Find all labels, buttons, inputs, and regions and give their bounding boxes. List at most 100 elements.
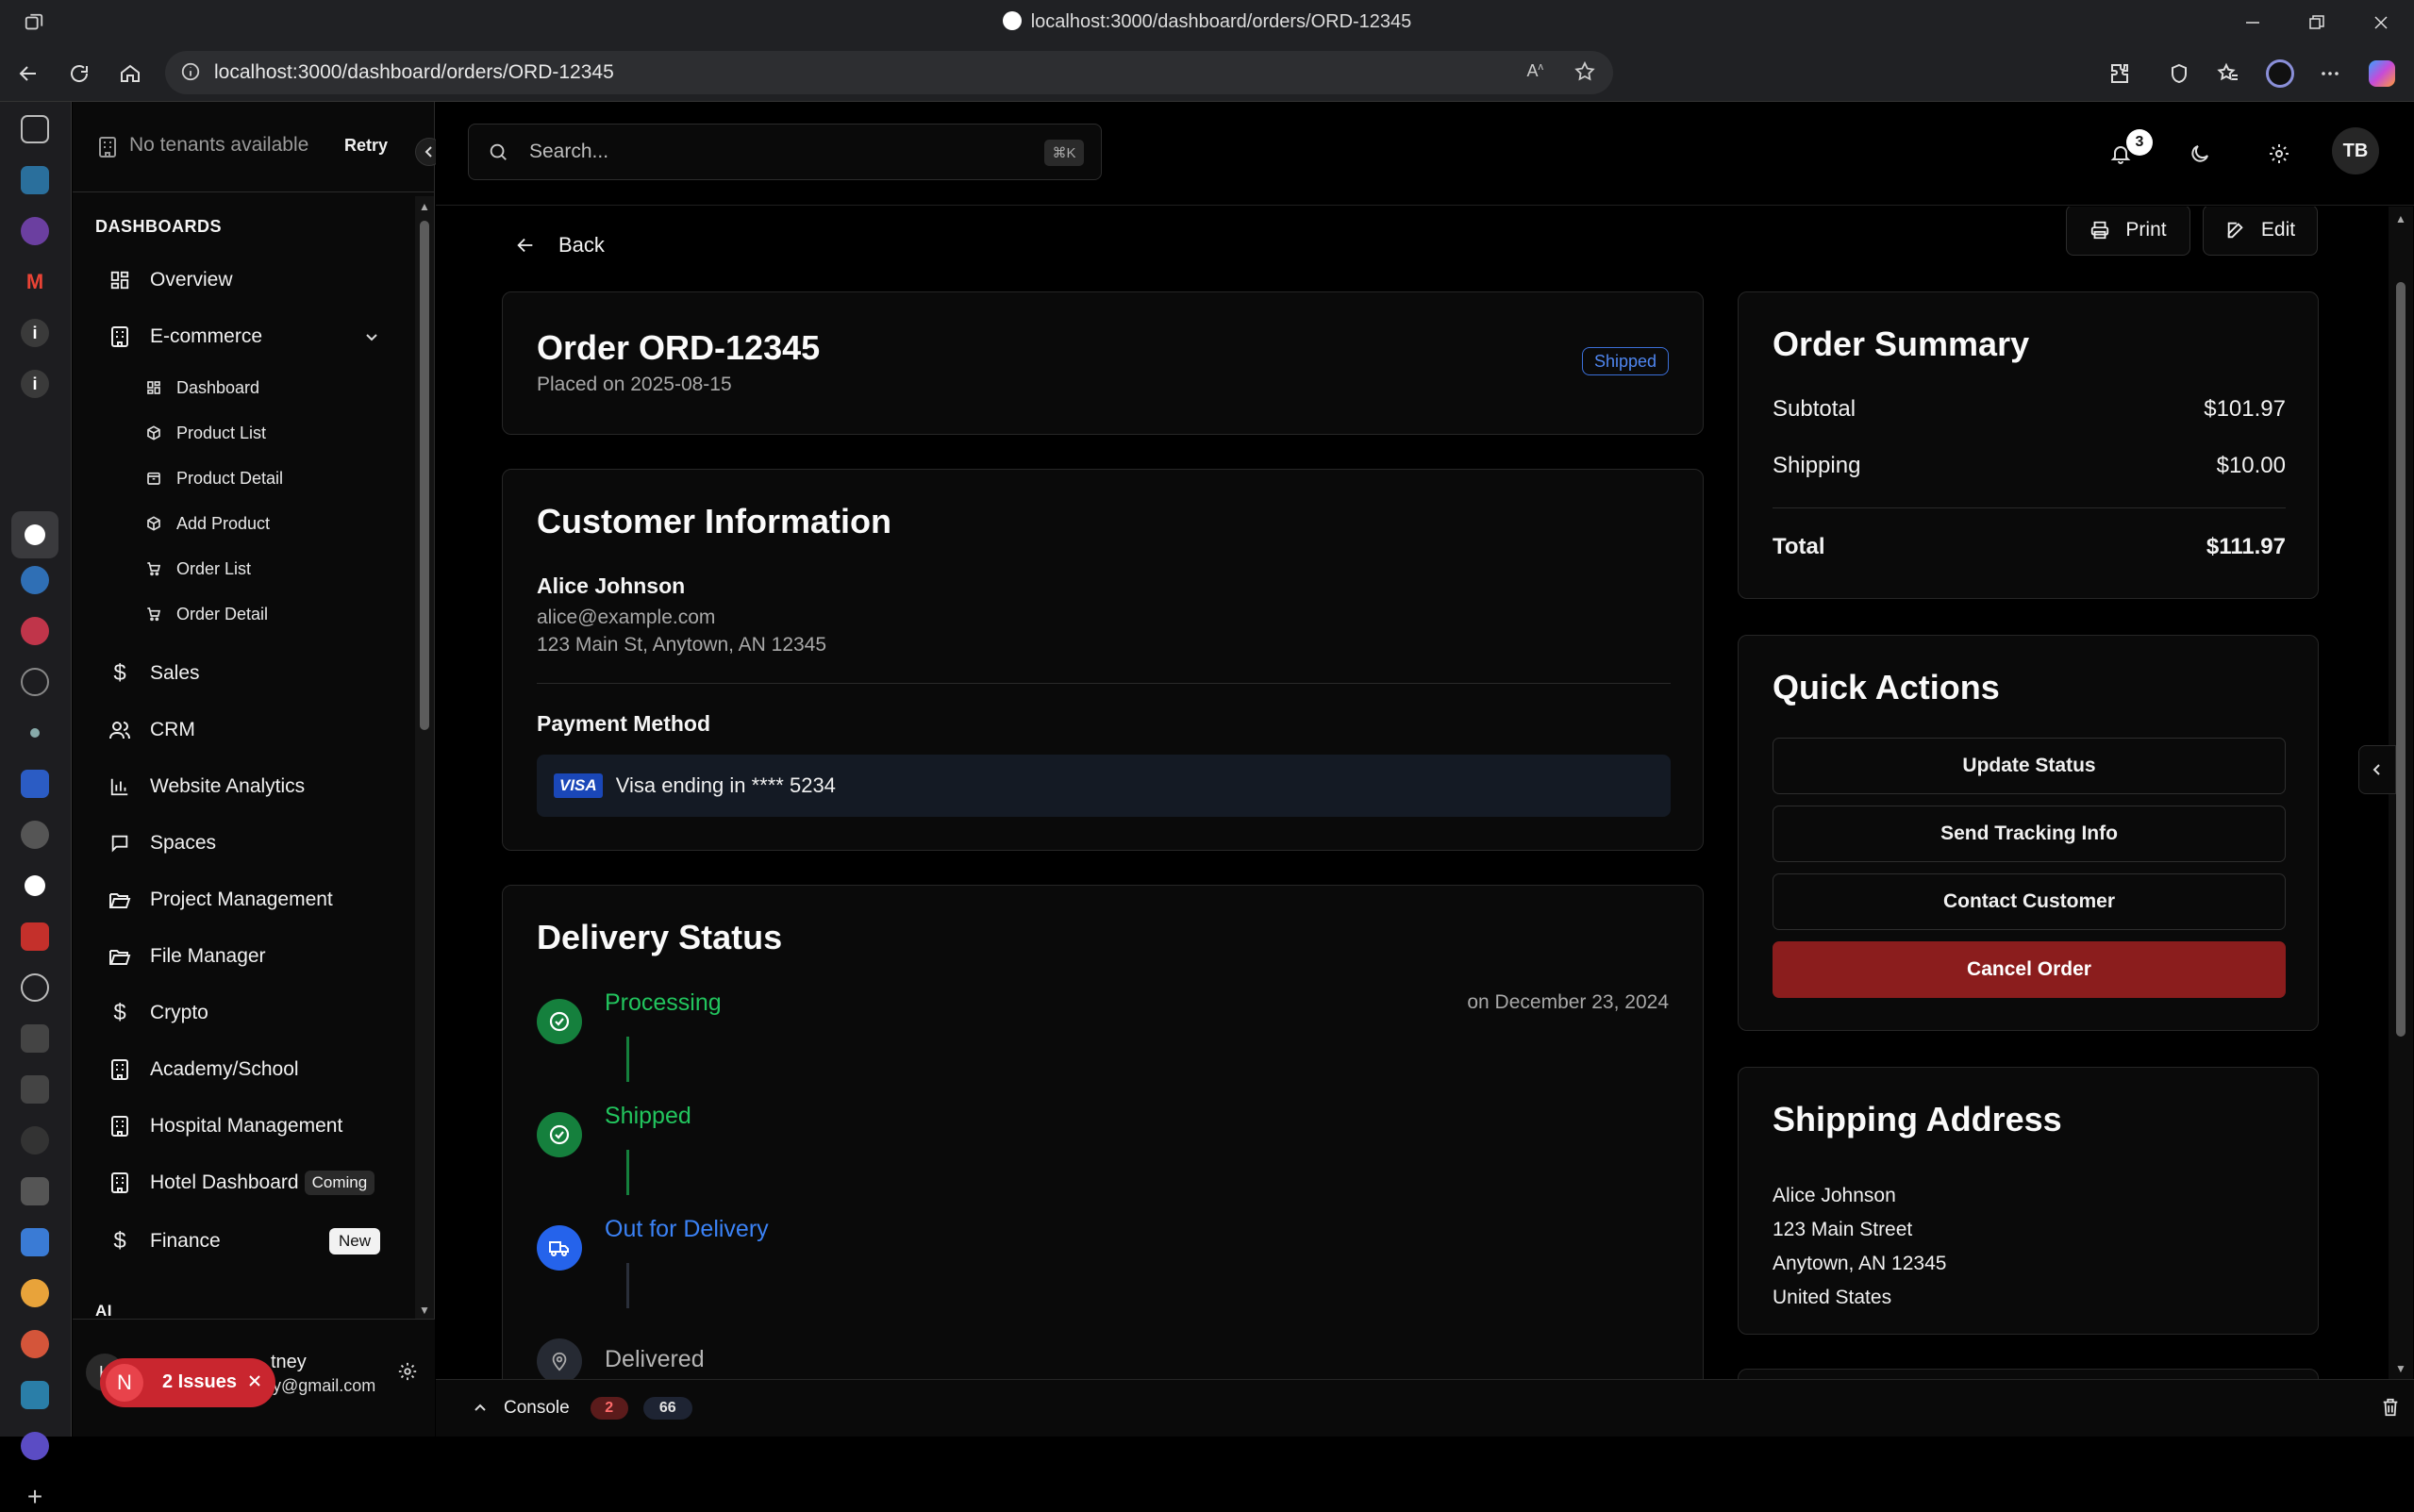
tab-favicon-icon[interactable] (21, 1330, 49, 1358)
edit-label: Edit (2260, 219, 2296, 241)
sidebar-subitem-order-list[interactable]: Order List (144, 550, 251, 588)
sidebar-item-crypto[interactable]: $ Crypto (107, 989, 208, 1037)
site-info-icon[interactable] (180, 61, 201, 82)
reload-icon[interactable] (60, 55, 98, 92)
tab-favicon-icon[interactable] (21, 566, 49, 594)
sidebar-subitem-order-detail[interactable]: Order Detail (144, 595, 268, 633)
tab-favicon-icon[interactable] (21, 166, 49, 194)
scroll-down-icon[interactable]: ▼ (419, 1304, 430, 1317)
sidebar-item-project-management[interactable]: Project Management (107, 876, 333, 923)
scroll-up-icon[interactable]: ▲ (419, 200, 430, 213)
settings-button[interactable] (2256, 131, 2302, 176)
restore-icon[interactable] (2298, 4, 2336, 42)
scroll-down-icon[interactable]: ▼ (2395, 1362, 2406, 1375)
globe-tab-icon[interactable] (21, 668, 49, 696)
console-bar: Console 2 66 (436, 1379, 2414, 1437)
close-window-icon[interactable] (2362, 4, 2400, 42)
issues-badge[interactable]: N 2 Issues (100, 1358, 275, 1407)
close-icon[interactable] (245, 1371, 264, 1390)
scroll-up-icon[interactable]: ▲ (2395, 212, 2406, 225)
tab-favicon-icon[interactable]: i (21, 370, 49, 398)
building-icon (107, 1113, 133, 1139)
trash-icon[interactable] (2380, 1397, 2401, 1418)
contact-customer-button[interactable]: Contact Customer (1773, 873, 2286, 930)
favorites-icon[interactable] (2209, 55, 2247, 92)
chevron-up-icon[interactable] (472, 1400, 489, 1417)
console-label[interactable]: Console (504, 1398, 570, 1419)
favorite-star-icon[interactable] (1573, 60, 1596, 83)
back-button[interactable]: Back (515, 220, 605, 271)
scrollbar-thumb[interactable] (2396, 282, 2406, 1037)
edit-button[interactable]: Edit (2203, 207, 2318, 256)
sidebar-subitem-add-product[interactable]: Add Product (144, 505, 270, 542)
url-text[interactable]: localhost:3000/dashboard/orders/ORD-1234… (214, 61, 614, 84)
arrow-left-icon (515, 235, 536, 256)
nextjs-icon: N (106, 1364, 143, 1402)
sidebar-subitem-product-list[interactable]: Product List (144, 414, 266, 452)
notifications-button[interactable]: 3 (2098, 129, 2153, 176)
sidebar-item-ecommerce[interactable]: E-commerce (107, 313, 380, 360)
sidebar-item-spaces[interactable]: Spaces (107, 820, 216, 867)
send-tracking-button[interactable]: Send Tracking Info (1773, 806, 2286, 862)
back-nav-icon[interactable] (9, 55, 47, 92)
profile-icon[interactable] (2261, 55, 2299, 92)
copilot-icon[interactable] (2363, 55, 2401, 92)
tab-favicon-icon[interactable] (21, 770, 49, 798)
tab-actions-icon[interactable] (21, 115, 49, 143)
more-menu-icon[interactable] (2311, 55, 2349, 92)
youtube-tab-icon[interactable] (21, 922, 49, 951)
extensions-icon[interactable] (2101, 55, 2139, 92)
minimize-icon[interactable] (2234, 4, 2272, 42)
cancel-order-button[interactable]: Cancel Order (1773, 941, 2286, 998)
sidebar-subitem-dashboard[interactable]: Dashboard (144, 369, 259, 407)
tab-favicon-icon[interactable] (21, 1228, 49, 1256)
tab-favicon-icon[interactable] (21, 1381, 49, 1409)
tab-favicon-icon[interactable] (21, 872, 49, 900)
tab-favicon-icon[interactable] (21, 1126, 49, 1155)
tab-favicon-icon[interactable] (21, 1279, 49, 1307)
sidebar-subitem-label: Dashboard (176, 377, 260, 397)
sidebar-item-hotel[interactable]: Hotel Dashboard Coming (107, 1159, 380, 1206)
next-card (1738, 1369, 2319, 1379)
chevron-down-icon (363, 328, 380, 345)
gear-icon[interactable] (397, 1361, 418, 1382)
sidebar-item-crm[interactable]: CRM (107, 706, 195, 754)
dollar-icon: $ (113, 1000, 126, 1025)
theme-toggle-button[interactable] (2177, 131, 2223, 176)
retry-button[interactable]: Retry (344, 136, 388, 156)
side-panel-toggle[interactable] (2358, 745, 2396, 794)
github-tab-icon[interactable] (21, 973, 49, 1002)
sidebar-item-sales[interactable]: $ Sales (107, 650, 199, 697)
home-icon[interactable] (111, 55, 149, 92)
tab-favicon-icon[interactable] (21, 217, 49, 245)
sidebar-subitem-product-detail[interactable]: Product Detail (144, 459, 283, 497)
scrollbar-thumb[interactable] (420, 221, 429, 730)
tab-favicon-icon[interactable] (21, 719, 49, 747)
sidebar-item-overview[interactable]: Overview (107, 257, 233, 304)
sidebar-item-hospital[interactable]: Hospital Management (107, 1103, 342, 1150)
update-status-button[interactable]: Update Status (1773, 738, 2286, 794)
browser-essentials-icon[interactable] (2160, 55, 2198, 92)
user-avatar[interactable]: TB (2332, 127, 2379, 174)
sidebar-scrollbar[interactable]: ▲ ▼ (415, 196, 434, 1319)
sidebar-item-academy[interactable]: Academy/School (107, 1046, 299, 1093)
sidebar-item-finance[interactable]: $ Finance New (107, 1218, 380, 1265)
sidebar-item-website-analytics[interactable]: Website Analytics (107, 763, 305, 810)
step-shipped: Shipped (605, 1103, 691, 1129)
building-icon (107, 1170, 133, 1196)
gmail-tab-icon[interactable]: M (21, 268, 49, 296)
active-tab-icon[interactable] (11, 511, 58, 558)
tab-favicon-icon[interactable] (21, 821, 49, 849)
print-button[interactable]: Print (2066, 207, 2190, 256)
tab-favicon-icon[interactable] (21, 1075, 49, 1104)
tab-favicon-icon[interactable] (21, 617, 49, 645)
tab-favicon-icon[interactable] (21, 1177, 49, 1205)
read-aloud-icon[interactable]: Aʌ (1526, 61, 1543, 81)
address-bar[interactable]: localhost:3000/dashboard/orders/ORD-1234… (165, 51, 1613, 94)
search-input[interactable]: Search... ⌘K (468, 124, 1102, 180)
new-tab-icon[interactable]: + (21, 1482, 49, 1511)
tab-favicon-icon[interactable] (21, 1024, 49, 1053)
tab-favicon-icon[interactable]: i (21, 319, 49, 347)
step-processing: Processing (605, 989, 722, 1016)
sidebar-item-file-manager[interactable]: File Manager (107, 933, 266, 980)
